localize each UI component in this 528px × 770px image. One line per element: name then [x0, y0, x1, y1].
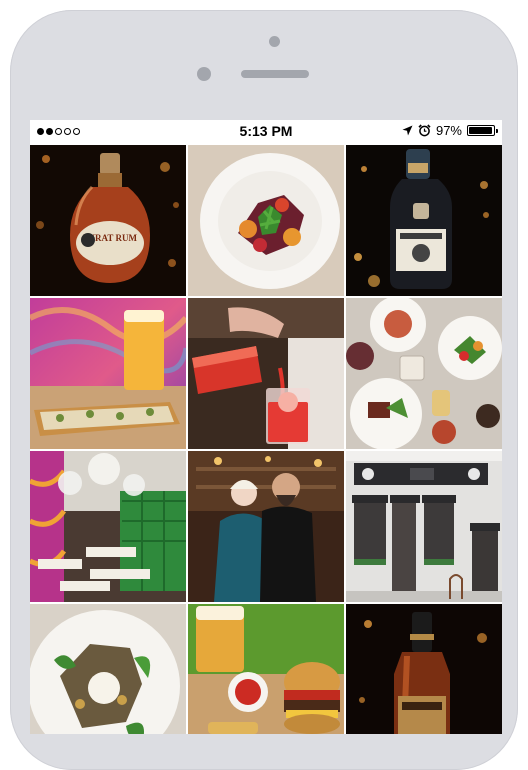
photo-burrata-salad[interactable]: [30, 604, 186, 734]
photo-beet-salad-plate[interactable]: [188, 145, 344, 296]
photo-pyrat-rum-bottle[interactable]: PYRAT RUM: [30, 145, 186, 296]
photo-pouring-red-cocktail[interactable]: [188, 298, 344, 449]
photo-chef-portrait[interactable]: [188, 451, 344, 602]
battery-percent: 97%: [435, 123, 462, 138]
photo-rum-bottle-bokeh[interactable]: [346, 604, 502, 734]
battery-icon: [467, 125, 498, 136]
photo-restaurant-storefront[interactable]: [346, 451, 502, 602]
photo-table-spread-overhead[interactable]: [346, 298, 502, 449]
alarm-clock-icon: [418, 124, 431, 137]
status-bar: 5:13 PM 97%: [30, 120, 502, 144]
phone-screen: 5:13 PM 97% PYRAT RUM: [30, 120, 502, 734]
photo-dark-rum-bottle[interactable]: [346, 145, 502, 296]
photo-grid: PYRAT RUM: [30, 145, 502, 734]
photo-flatbread-and-beer[interactable]: [30, 298, 186, 449]
photo-burger-and-beer[interactable]: [188, 604, 344, 734]
location-arrow-icon: [402, 125, 413, 136]
photo-restaurant-interior[interactable]: [30, 451, 186, 602]
proximity-sensor: [197, 67, 211, 81]
front-camera: [269, 36, 280, 47]
earpiece-speaker: [241, 70, 309, 78]
